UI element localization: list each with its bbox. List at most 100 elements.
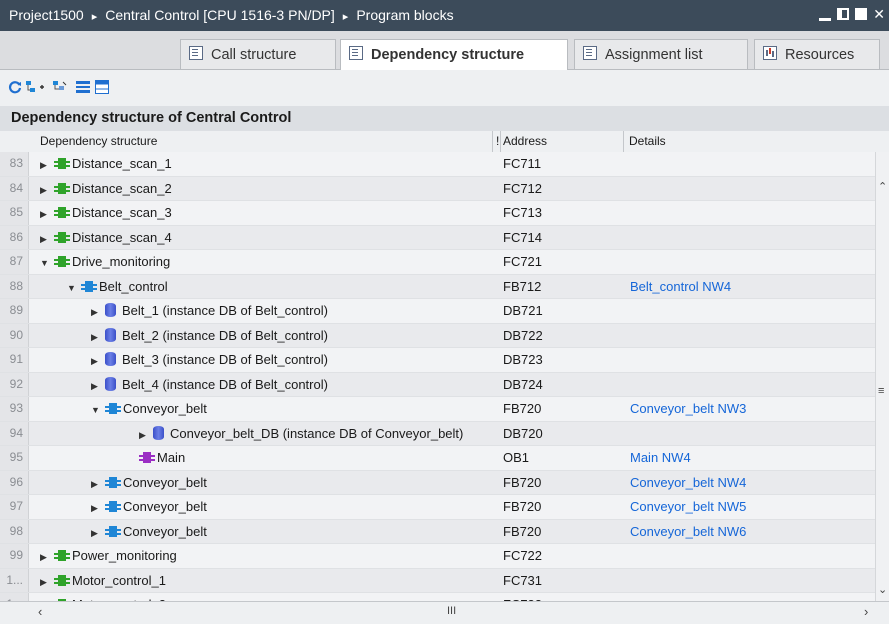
breadcrumb-separator-icon: ▸	[342, 11, 349, 23]
row-number: 84	[0, 176, 29, 200]
scroll-grip-icon[interactable]: III	[447, 605, 456, 617]
table-row[interactable]: 84 ▶ Distance_scan_2 FC712	[0, 176, 875, 201]
column-header-details[interactable]: Details	[629, 134, 666, 148]
details-link[interactable]: Belt_control NW4	[630, 279, 731, 294]
list-view-icon[interactable]	[95, 80, 109, 94]
table-row[interactable]: 86 ▶ Distance_scan_4 FC714	[0, 225, 875, 250]
expand-arrow-icon[interactable]: ▶	[40, 552, 50, 563]
block-name: Main	[157, 450, 186, 465]
scroll-grip-icon[interactable]: ≡	[878, 385, 884, 397]
refresh-icon[interactable]	[8, 80, 22, 94]
column-header: Dependency structure ! Address Details	[0, 131, 889, 153]
expand-arrow-icon[interactable]: ▶	[91, 332, 101, 343]
expand-arrow-icon[interactable]: ▶	[91, 503, 101, 514]
details-link[interactable]: Conveyor_belt NW3	[630, 401, 746, 416]
tree-node[interactable]: ▶ Distance_scan_3	[40, 205, 172, 220]
close-icon[interactable]: ✕	[873, 6, 885, 22]
table-row[interactable]: 99 ▶ Power_monitoring FC722	[0, 544, 875, 569]
tree-node[interactable]: ▶ Belt_1 (instance DB of Belt_control)	[91, 303, 328, 318]
table-row[interactable]: 90 ▶ Belt_2 (instance DB of Belt_control) D…	[0, 323, 875, 348]
collapse-arrow-icon[interactable]: ▼	[40, 258, 50, 268]
table-row[interactable]: 97 ▶ Conveyor_belt FB720 Conveyor_belt NW5	[0, 495, 875, 520]
table-row[interactable]: 93 ▼ Conveyor_belt FB720 Conveyor_belt NW3	[0, 397, 875, 422]
details-link[interactable]: Conveyor_belt NW5	[630, 499, 746, 514]
expand-arrow-icon[interactable]: ▶	[91, 356, 101, 367]
tree-node[interactable]: ▶ Distance_scan_1	[40, 156, 172, 171]
table-row[interactable]: 98 ▶ Conveyor_belt FB720 Conveyor_belt NW6	[0, 519, 875, 544]
tab-assignment-list[interactable]: Assignment list	[574, 39, 748, 69]
details-link[interactable]: Conveyor_belt NW6	[630, 524, 746, 539]
column-header-flag[interactable]: !	[496, 134, 499, 148]
expand-arrow-icon[interactable]: ▶	[91, 479, 101, 490]
chart-icon	[763, 46, 777, 60]
minimize-icon[interactable]	[819, 17, 832, 21]
tree-node[interactable]: Main	[139, 450, 185, 465]
expand-arrow-icon[interactable]: ▶	[40, 234, 50, 245]
tab-call-structure[interactable]: Call structure	[180, 39, 336, 69]
tree-node[interactable]: ▶ Conveyor_belt	[91, 524, 207, 539]
table-row[interactable]: 1... ▶ Motor_control_1 FC731	[0, 568, 875, 593]
toolbar	[0, 70, 889, 106]
block-name: Belt_3 (instance DB of Belt_control)	[122, 352, 328, 367]
tree-node[interactable]: ▼ Drive_monitoring	[40, 254, 170, 269]
function-block-fc-icon	[54, 231, 70, 243]
tree-node[interactable]: ▶ Belt_3 (instance DB of Belt_control)	[91, 352, 328, 367]
show-dependencies-icon[interactable]	[26, 80, 46, 94]
maximize-icon[interactable]	[855, 8, 868, 20]
function-block-fc-icon	[54, 256, 70, 267]
tree-node[interactable]: ▶ Power_monitoring	[40, 548, 177, 563]
tree-node[interactable]: ▶ Distance_scan_4	[40, 230, 172, 245]
scroll-right-icon[interactable]: ›	[864, 604, 868, 619]
breadcrumb-project[interactable]: Project1500	[9, 7, 84, 23]
expand-arrow-icon[interactable]: ▶	[139, 430, 149, 441]
expand-arrow-icon[interactable]: ▶	[91, 381, 101, 392]
scroll-down-icon[interactable]: ⌄	[878, 583, 887, 596]
table-row[interactable]: 96 ▶ Conveyor_belt FB720 Conveyor_belt NW4	[0, 470, 875, 495]
expand-arrow-icon[interactable]: ▶	[40, 160, 50, 171]
table-row[interactable]: 94 ▶ Conveyor_belt_DB (instance DB of Conv…	[0, 421, 875, 446]
tree-node[interactable]: ▶ Belt_4 (instance DB of Belt_control)	[91, 376, 328, 392]
breadcrumb-program-blocks[interactable]: Program blocks	[356, 7, 453, 23]
vertical-scrollbar[interactable]: ⌃ ≡ ⌄	[875, 152, 889, 601]
expand-arrow-icon[interactable]: ▶	[40, 577, 50, 588]
table-row[interactable]: 89 ▶ Belt_1 (instance DB of Belt_control) D…	[0, 299, 875, 324]
table-row[interactable]: 95 Main OB1 Main NW4	[0, 446, 875, 471]
collapse-arrow-icon[interactable]: ▼	[67, 283, 77, 293]
expand-arrow-icon[interactable]: ▶	[40, 209, 50, 220]
expand-arrow-icon[interactable]: ▶	[91, 307, 101, 318]
table-row[interactable]: 88 ▼ Belt_control FB712 Belt_control NW4	[0, 274, 875, 299]
expand-arrow-icon[interactable]: ▶	[40, 185, 50, 196]
collapse-icon[interactable]	[76, 80, 90, 94]
tab-resources[interactable]: Resources	[754, 39, 880, 69]
column-header-address[interactable]: Address	[503, 134, 547, 148]
collapse-arrow-icon[interactable]: ▼	[91, 405, 101, 415]
tab-dependency-structure[interactable]: Dependency structure	[340, 39, 568, 70]
table-row[interactable]: 87 ▼ Drive_monitoring FC721	[0, 250, 875, 275]
tree-node[interactable]: ▶ Distance_scan_2	[40, 181, 172, 196]
dependency-table: 83 ▶ Distance_scan_1 FC711 84 ▶ Distance_scan_…	[0, 152, 875, 618]
details-link[interactable]: Main NW4	[630, 450, 691, 465]
table-row[interactable]: 85 ▶ Distance_scan_3 FC713	[0, 201, 875, 226]
tree-node[interactable]: ▶ Conveyor_belt	[91, 499, 207, 514]
scroll-left-icon[interactable]: ‹	[38, 604, 42, 619]
tree-node[interactable]: ▶ Conveyor_belt	[91, 475, 207, 490]
horizontal-scrollbar[interactable]: ‹ III ›	[0, 601, 889, 624]
tile-window-icon[interactable]	[837, 8, 850, 20]
block-address: FB720	[503, 474, 542, 490]
table-row[interactable]: 92 ▶ Belt_4 (instance DB of Belt_control) D…	[0, 372, 875, 397]
table-row[interactable]: 91 ▶ Belt_3 (instance DB of Belt_control) D…	[0, 348, 875, 373]
expand-arrow-icon[interactable]: ▶	[91, 528, 101, 539]
table-row[interactable]: 83 ▶ Distance_scan_1 FC711	[0, 152, 875, 177]
breadcrumb-device[interactable]: Central Control [CPU 1516-3 PN/DP]	[105, 7, 335, 23]
column-header-structure[interactable]: Dependency structure	[40, 134, 157, 148]
tree-node[interactable]: ▶ Motor_control_1	[40, 573, 166, 588]
tree-node[interactable]: ▼ Belt_control	[67, 279, 168, 294]
tree-node[interactable]: ▼ Conveyor_belt	[91, 401, 207, 416]
function-block-fc-icon	[54, 574, 70, 586]
expand-icon[interactable]	[52, 80, 68, 94]
scroll-up-icon[interactable]: ⌃	[878, 180, 887, 193]
tree-node[interactable]: ▶ Belt_2 (instance DB of Belt_control)	[91, 327, 328, 343]
tree-node[interactable]: ▶ Conveyor_belt_DB (instance DB of Convey…	[139, 425, 463, 441]
details-link[interactable]: Conveyor_belt NW4	[630, 475, 746, 490]
row-number: 95	[0, 446, 29, 470]
